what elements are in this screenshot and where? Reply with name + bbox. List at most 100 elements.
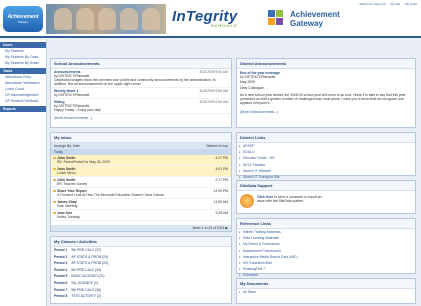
- support-text: Click here to send a comment or report a…: [257, 195, 327, 203]
- message-time: 3:51 PM: [215, 167, 228, 171]
- students-photo-collage: [46, 4, 166, 34]
- envelope-icon: [53, 157, 56, 159]
- announcement-item[interactable]: Weekly News 1 4/23/2009 9:56 AM by DISTR…: [51, 88, 231, 99]
- more-school-announcements-link[interactable]: (More Announcements...): [51, 114, 231, 122]
- announcement-date: 4/22/2009 9:56 AM: [199, 100, 228, 104]
- announcement-item[interactable]: Announcements 4/22/2009 9:00 AM by DISTR…: [51, 69, 231, 88]
- class-row[interactable]: Period 4 9th PRE-CALC (34): [51, 267, 231, 274]
- message-time: 9:28 AM: [215, 211, 228, 215]
- support-body: Click here to send a comment or report a…: [237, 191, 415, 215]
- class-name: 9th PRE-CALC (34): [71, 267, 102, 272]
- support-panel: SiteData Support Click here to send a co…: [236, 180, 416, 214]
- gateway-title-line1: Achievement: [290, 10, 340, 19]
- my-links-link[interactable]: My Links: [405, 2, 417, 6]
- class-name: AP STATS & PROB (23): [71, 254, 108, 259]
- class-name: 9th PRE-CALC (37): [71, 248, 102, 252]
- class-row[interactable]: Period 8 TEST ACTIVITY (2): [51, 293, 231, 300]
- district-announcements-panel: District Announcements End of the year m…: [236, 58, 416, 128]
- envelope-icon: [53, 179, 56, 181]
- integrity-schools-wordmark: InTegrity SCHOOLS: [172, 8, 237, 28]
- district-links-list: AESOPEDULUEducator Home - HITNCLL Parado…: [237, 143, 415, 180]
- inbox-message-row[interactable]: Share Your Report 12:09 PM A Focused Look …: [51, 188, 231, 199]
- class-period: Period 6: [54, 280, 68, 285]
- class-period: Period 7: [54, 287, 68, 292]
- class-name: AP STATS & PROB (24): [71, 261, 108, 266]
- sort-order-toggle[interactable]: Newest on top: [206, 144, 228, 148]
- class-row[interactable]: Period 6 SA_SCIENCE (1): [51, 280, 231, 287]
- district-body-text: As a new school year ahead, the 2008-09 …: [240, 92, 406, 106]
- message-time: 2:17 PM: [215, 178, 228, 182]
- message-subject: Lunch Menu: [57, 171, 76, 175]
- sidebar-item-students-by-grade[interactable]: My Students By Grade: [0, 60, 46, 66]
- announcement-date: 4/22/2009 9:00 AM: [199, 70, 228, 74]
- announcement-date: 4/23/2009 9:56 AM: [199, 89, 228, 93]
- my-site-link[interactable]: My Site: [390, 2, 400, 6]
- support-title: SiteData Support: [237, 181, 415, 191]
- documents-list: Ali Stare: [237, 289, 415, 295]
- announcement-body: Dashboard widgets show the overview your…: [54, 78, 216, 86]
- district-greeting: Dear Colleague,: [240, 86, 265, 91]
- school-announcements-panel: School Announcements Announcements 4/22/…: [50, 58, 232, 128]
- class-row[interactable]: Period 3 AP STATS & PROB (24): [51, 260, 231, 267]
- header-banner: Achievement Matters InTegrity SCHOOLS Ac…: [0, 0, 421, 38]
- inbox-message-row[interactable]: James Shay 11:59 AM Fwd: Meeting: [51, 199, 231, 210]
- gateway-logo-icon: [268, 10, 284, 26]
- class-row[interactable]: Period 7 9th PRE-CALC (36): [51, 287, 231, 294]
- class-name: 9th PRE-CALC (36): [71, 287, 102, 292]
- arrange-by-dropdown[interactable]: Arrange By: Date: [54, 144, 80, 148]
- inbox-title: My Inbox: [51, 133, 231, 143]
- announcement-body: Happy Friday... Enjoy your day!: [54, 108, 102, 112]
- class-row[interactable]: Period 2 AP STATS & PROB (23): [51, 254, 231, 261]
- class-period: Period 2: [54, 254, 68, 259]
- class-period: Period 3: [54, 261, 68, 266]
- message-time: 12:09 PM: [213, 189, 228, 193]
- school-announcements-title: School Announcements: [51, 59, 231, 69]
- top-links: Welcome | Sign out My Site My Links: [356, 2, 417, 6]
- district-announcement-body: End of the year message by DISTRICT\Pfae…: [237, 69, 415, 108]
- class-name: BASIC ALG/GEO (21): [71, 274, 105, 279]
- main-content: School Announcements Announcements 4/22/…: [50, 42, 418, 306]
- class-period: Period 1: [54, 248, 68, 252]
- message-subject: A Focused Look At How The Microsoft Educ…: [57, 193, 165, 197]
- envelope-icon: [53, 201, 56, 203]
- gateway-title: Achievement Gateway: [290, 10, 340, 28]
- sidebar-item-gp-student-feedback[interactable]: GP Student Feedback: [0, 98, 46, 104]
- inbox-message-row[interactable]: Jane Doe 9:28 AM Kelley Tuesday: [51, 210, 231, 221]
- reference-links-list: Infinite Training MaterialsData Learning…: [237, 229, 415, 285]
- inbox-panel: My Inbox Arrange By: Date Newest on top …: [50, 132, 232, 232]
- district-links-panel: District Links AESOPEDULUEducator Home -…: [236, 132, 416, 179]
- message-time: 11:59 AM: [213, 200, 228, 204]
- class-name: SA_SCIENCE (1): [71, 280, 98, 285]
- class-period: Period 8: [54, 294, 68, 299]
- my-documents-title: My Documents: [237, 279, 415, 289]
- class-row[interactable]: Period 5 BASIC ALG/GEO (21): [51, 273, 231, 280]
- class-name: TEST ACTIVITY (2): [71, 294, 102, 299]
- inbox-message-row[interactable]: John Smith 3:51 PM Lunch Menu: [51, 166, 231, 177]
- next-page-icon[interactable]: ▶: [225, 226, 228, 230]
- more-district-announcements-link[interactable]: (More Announcements...): [237, 108, 415, 116]
- sidebar-section-reports[interactable]: Reports: [0, 106, 46, 112]
- message-subject: Kelley Tuesday: [57, 215, 80, 219]
- my-classes-panel: My Classes / Activities Period 1 9th PRE-…: [50, 236, 232, 304]
- support-bulb-icon: [240, 194, 254, 208]
- inbox-message-row[interactable]: John Smith 4:47 PM RE: ParentPortal For Ma…: [51, 155, 231, 166]
- message-subject: RE: ParentPortal For May 26, 2009: [57, 160, 110, 164]
- quick-launch-sidebar: Users My Students My Students By Class M…: [0, 40, 47, 306]
- reference-links-title: Reference Links: [237, 219, 415, 229]
- document-link[interactable]: Ali Stare: [237, 289, 415, 295]
- district-headline[interactable]: End of the year message: [240, 71, 280, 75]
- classes-list: Period 1 9th PRE-CALC (37) Period 2 AP STAT…: [51, 247, 231, 300]
- achievement-matters-logo[interactable]: Achievement Matters: [3, 6, 43, 32]
- message-time: 4:47 PM: [215, 156, 228, 160]
- class-period: Period 4: [54, 267, 68, 272]
- gateway-title-line2: Gateway: [290, 19, 323, 28]
- district-announcements-title: District Announcements: [237, 59, 415, 69]
- inbox-message-row[interactable]: John Smith 2:17 PM RE: Teacher Survey: [51, 177, 231, 188]
- welcome-signout-link[interactable]: Welcome | Sign out: [360, 2, 386, 6]
- inbox-pager: Items 1 to 43 of 1001 ▶: [51, 225, 231, 231]
- inbox-toolbar: Arrange By: Date Newest on top: [51, 143, 231, 149]
- app-window: Achievement Matters InTegrity SCHOOLS Ac…: [0, 0, 421, 306]
- district-links-title: District Links: [237, 133, 415, 143]
- announcement-item[interactable]: Hiding 4/22/2009 9:56 AM by DISTRICT\Pfa…: [51, 99, 231, 114]
- class-row[interactable]: Period 1 9th PRE-CALC (37): [51, 247, 231, 254]
